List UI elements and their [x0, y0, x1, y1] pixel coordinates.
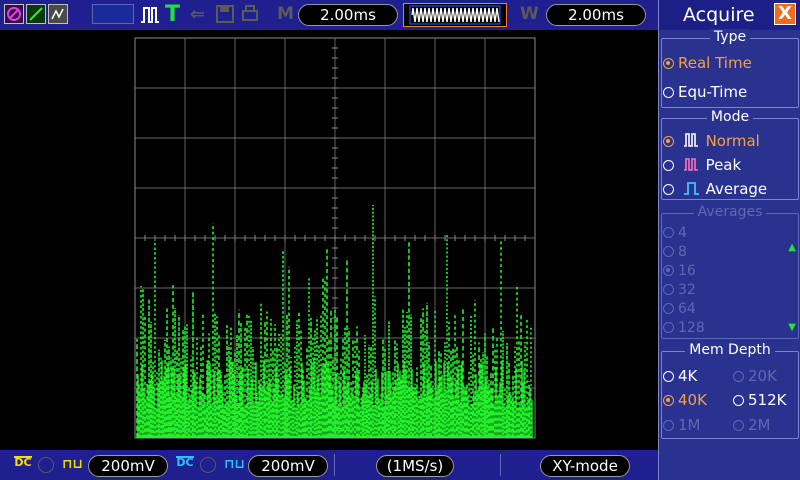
- timebase-display[interactable]: 2.00ms: [298, 4, 398, 26]
- waveform-display: [134, 37, 536, 439]
- trigger-t-icon[interactable]: T: [165, 2, 180, 27]
- w-label: W: [520, 4, 539, 24]
- print-icon[interactable]: [240, 4, 260, 24]
- edit-icon[interactable]: [26, 4, 46, 24]
- mem-option-512k[interactable]: 512K: [733, 391, 786, 409]
- acquire-menu: Acquire X Type Real Time Equ-Time Mode N…: [658, 0, 800, 480]
- empty-slot: [92, 4, 134, 24]
- mode-option-peak[interactable]: Peak: [663, 156, 741, 174]
- window-timebase-display[interactable]: 2.00ms: [546, 4, 646, 26]
- radio-selected-icon: [663, 58, 674, 69]
- ch1-bw-icon: [38, 457, 54, 473]
- window-waveform-indicator[interactable]: [403, 3, 507, 27]
- mem-option-1m: 1M: [663, 416, 701, 434]
- mode-heading: Mode: [706, 109, 754, 125]
- channel-icon[interactable]: [4, 4, 24, 24]
- averages-option-16: 16: [663, 263, 696, 279]
- scroll-down-icon[interactable]: ▼: [788, 322, 796, 333]
- ch2-invert-icon[interactable]: ⊓⊔: [224, 457, 245, 472]
- type-option-equ-time[interactable]: Equ-Time: [663, 83, 747, 101]
- peak-waveform-icon: [683, 158, 698, 171]
- ch2-dc-coupling-icon[interactable]: DC: [176, 456, 194, 468]
- status-bar: DC ⊓⊔ 200mV DC ⊓⊔ 200mV (1MS/s) XY-mode: [0, 450, 658, 480]
- mem-option-2m: 2M: [733, 416, 771, 434]
- m-label: M: [277, 4, 294, 24]
- ch2-bw-icon: [200, 457, 216, 473]
- normal-waveform-icon: [683, 133, 698, 147]
- time-mode[interactable]: XY-mode: [540, 455, 630, 477]
- display-icon[interactable]: [48, 4, 68, 24]
- averages-option-32: 32: [663, 282, 696, 298]
- averages-option-4: 4: [663, 225, 687, 241]
- averages-heading: Averages: [693, 204, 767, 220]
- radio-unselected-icon: [663, 160, 674, 171]
- divider: [334, 454, 335, 476]
- scroll-up-icon[interactable]: ▲: [788, 242, 796, 253]
- mem-option-4k[interactable]: 4K: [663, 367, 697, 385]
- sample-rate: (1MS/s): [376, 455, 454, 477]
- averages-option-128: 128: [663, 320, 705, 336]
- ch2-scale[interactable]: 200mV: [248, 455, 328, 477]
- radio-unselected-icon: [663, 184, 674, 195]
- mem-option-20k: 20K: [733, 367, 777, 385]
- pulse-trigger-icon[interactable]: [140, 4, 160, 26]
- mem-option-40k[interactable]: 40K: [663, 391, 707, 409]
- type-option-real-time[interactable]: Real Time: [663, 54, 752, 72]
- waveform-screen[interactable]: [0, 30, 658, 450]
- averages-option-64: 64: [663, 301, 696, 317]
- averages-option-8: 8: [663, 244, 687, 260]
- ch1-invert-icon[interactable]: ⊓⊔: [62, 457, 83, 472]
- close-button[interactable]: X: [774, 3, 796, 25]
- save-icon[interactable]: [215, 4, 235, 24]
- mem-depth-heading: Mem Depth: [685, 342, 775, 358]
- probe-icon[interactable]: ⇐: [190, 4, 205, 25]
- top-toolbar: T ⇐ M 2.00ms W 2.00ms: [0, 0, 658, 30]
- mode-option-average[interactable]: Average: [663, 180, 767, 198]
- divider: [500, 454, 501, 476]
- type-heading: Type: [709, 29, 751, 45]
- radio-unselected-icon: [663, 87, 674, 98]
- mode-option-normal[interactable]: Normal: [663, 132, 760, 150]
- average-waveform-icon: [683, 182, 699, 195]
- radio-selected-icon: [663, 136, 674, 147]
- ch1-scale[interactable]: 200mV: [88, 455, 168, 477]
- ch1-dc-coupling-icon[interactable]: DC: [14, 456, 32, 468]
